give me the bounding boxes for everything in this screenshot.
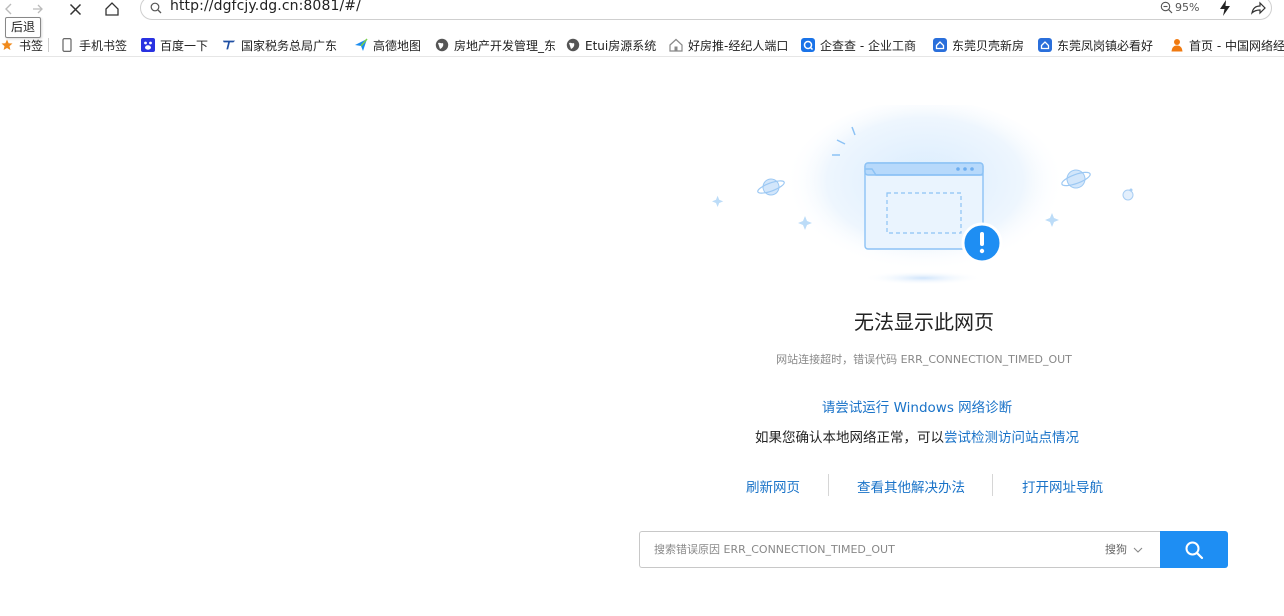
ke-icon	[1038, 38, 1052, 52]
house-icon	[669, 38, 683, 52]
url-text: http://dgfcjy.dg.cn:8081/#/	[170, 0, 361, 14]
ke-icon	[933, 38, 947, 52]
bookmark-haofangtui[interactable]: 好房推-经纪人端口	[669, 36, 789, 54]
zoom-icon	[1160, 1, 1173, 14]
bookmark-fenggang[interactable]: 东莞凤岗镇必看好	[1038, 36, 1158, 54]
zoom-indicator[interactable]: 95%	[1160, 1, 1199, 14]
baidu-icon	[141, 38, 155, 52]
phone-icon	[60, 38, 74, 52]
search-button[interactable]	[1160, 531, 1228, 568]
back-icon[interactable]	[2, 0, 16, 18]
bookmark-baidu[interactable]: 百度一下	[141, 36, 213, 54]
refresh-link[interactable]: 刷新网页	[746, 476, 800, 496]
error-subtitle: 网站连接超时，错误代码 ERR_CONNECTION_TIMED_OUT	[776, 353, 1072, 366]
amap-icon	[354, 38, 368, 52]
bookmark-mobile[interactable]: 手机书签	[60, 36, 132, 54]
search-engine-select[interactable]: 搜狗	[1105, 531, 1143, 568]
bookmark-amap[interactable]: 高德地图	[354, 36, 426, 54]
search-engine-label: 搜狗	[1105, 543, 1127, 556]
bookmark-tax[interactable]: 国家税务总局广东	[222, 36, 342, 54]
address-bar[interactable]: http://dgfcjy.dg.cn:8081/#/	[140, 0, 1272, 20]
globe-icon	[435, 38, 449, 52]
network-diagnose-link[interactable]: 请尝试运行 Windows 网络诊断	[717, 396, 1117, 416]
bookmark-china-network[interactable]: 首页 - 中国网络经	[1170, 36, 1284, 54]
share-icon[interactable]	[1250, 0, 1266, 16]
bookmark-realestate[interactable]: 房地产开发管理_东	[435, 36, 555, 54]
other-solutions-link[interactable]: 查看其他解决办法	[857, 476, 965, 496]
bookmark-menu[interactable]: 书签	[0, 36, 44, 54]
search-icon	[150, 2, 162, 14]
star-icon	[0, 38, 14, 52]
lightning-icon[interactable]	[1218, 0, 1232, 16]
error-title: 无法显示此网页	[854, 310, 994, 334]
bookmark-etui[interactable]: Etui房源系统	[566, 36, 662, 54]
check-site-link[interactable]: 尝试检测访问站点情况	[944, 430, 1079, 446]
browser-toolbar: 后退 http://dgfcjy.dg.cn:8081/#/ 95%	[0, 0, 1284, 38]
search-input[interactable]: 搜索错误原因 ERR_CONNECTION_TIMED_OUT	[639, 531, 1161, 568]
divider	[48, 38, 49, 52]
open-nav-link[interactable]: 打开网址导航	[1022, 476, 1103, 496]
bookmark-ke-newhouse[interactable]: 东莞贝壳新房	[933, 36, 1029, 54]
error-actions: 刷新网页 查看其他解决办法 打开网址导航	[720, 474, 1130, 496]
search-icon	[1185, 541, 1204, 559]
confirm-prefix: 如果您确认本地网络正常，可以	[755, 430, 944, 446]
connection-error-illustration	[712, 105, 1134, 285]
bookmark-qichacha[interactable]: 企查查 - 企业工商	[801, 36, 921, 54]
error-search: 搜索错误原因 ERR_CONNECTION_TIMED_OUT 搜狗	[639, 531, 1228, 568]
tax-icon	[222, 38, 236, 52]
confirm-line: 如果您确认本地网络正常，可以尝试检测访问站点情况	[737, 426, 1097, 446]
person-icon	[1170, 38, 1184, 52]
back-tooltip: 后退	[5, 17, 42, 38]
bookmarks-bar: 书签 手机书签 百度一下 国家税务总局广东 高德地图 房地产开发管理_东 Etu…	[0, 33, 1284, 57]
chevron-down-icon	[1133, 547, 1143, 553]
divider	[828, 474, 829, 496]
globe-icon	[566, 38, 580, 52]
zoom-level: 95%	[1175, 1, 1200, 14]
qcc-icon	[801, 38, 815, 52]
stop-icon[interactable]	[66, 0, 84, 18]
home-icon[interactable]	[102, 0, 122, 18]
divider	[992, 474, 993, 496]
forward-icon[interactable]	[30, 0, 46, 18]
